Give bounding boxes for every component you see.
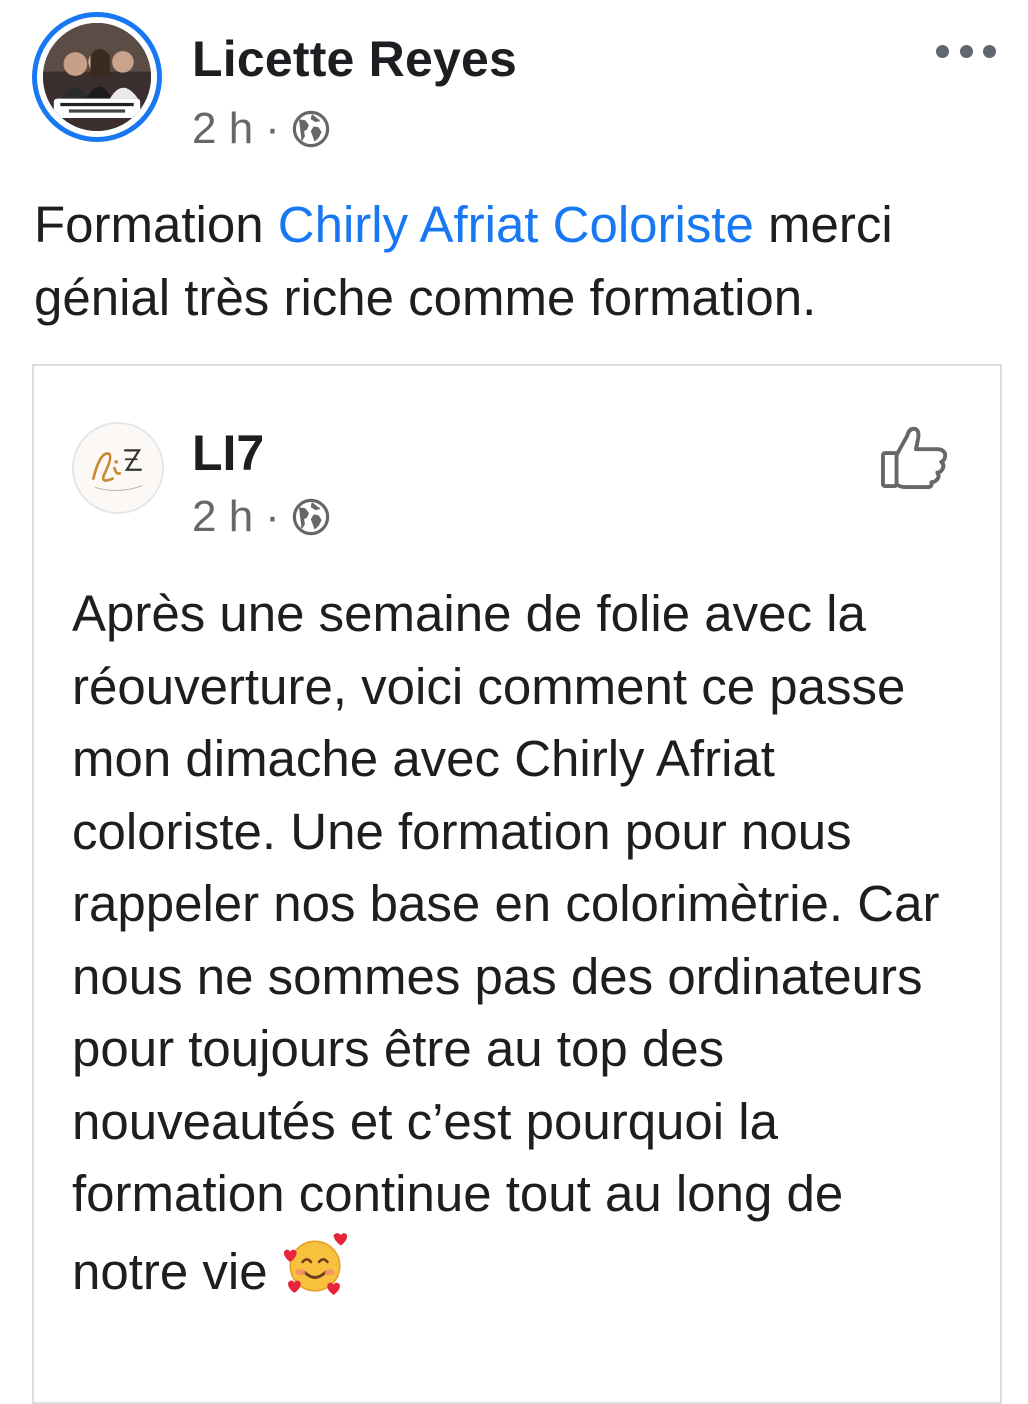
post-meta: 2 h · bbox=[192, 104, 330, 154]
avatar-photo bbox=[43, 23, 151, 131]
author-avatar[interactable] bbox=[32, 12, 162, 142]
more-dot bbox=[959, 44, 973, 58]
post-text: Formation Chirly Afriat Coloriste merci … bbox=[34, 188, 994, 334]
post-header: Licette Reyes 2 h · bbox=[32, 12, 996, 154]
author-name[interactable]: Licette Reyes bbox=[192, 30, 517, 88]
page-avatar[interactable] bbox=[72, 422, 164, 514]
more-dot bbox=[983, 44, 996, 58]
meta-separator: · bbox=[265, 104, 280, 153]
shared-post-text: Après une semaine de folie avec la réouv… bbox=[72, 578, 972, 1308]
more-horizontal-icon bbox=[936, 44, 949, 58]
li7-logo-icon bbox=[74, 424, 162, 512]
smiling-face-with-hearts-emoji bbox=[283, 1232, 347, 1295]
post-text-before: Formation bbox=[34, 196, 278, 253]
thumbs-up-icon[interactable] bbox=[880, 424, 950, 490]
shared-post-card[interactable]: LI7 2 h · Après une semaine de folie ave… bbox=[32, 364, 1002, 1404]
post-time[interactable]: 2 h bbox=[192, 104, 253, 154]
shared-post-body: Après une semaine de folie avec la réouv… bbox=[72, 585, 940, 1300]
shared-post-time[interactable]: 2 h bbox=[192, 492, 253, 542]
avatar-image-icon bbox=[43, 23, 151, 131]
meta-separator: · bbox=[265, 492, 280, 541]
more-options-button[interactable] bbox=[936, 36, 996, 66]
mention-link[interactable]: Chirly Afriat Coloriste bbox=[278, 196, 754, 253]
shared-post-meta: 2 h · bbox=[192, 492, 330, 542]
globe-icon[interactable] bbox=[292, 110, 330, 148]
page-name[interactable]: LI7 bbox=[192, 424, 264, 482]
globe-icon[interactable] bbox=[292, 498, 330, 536]
